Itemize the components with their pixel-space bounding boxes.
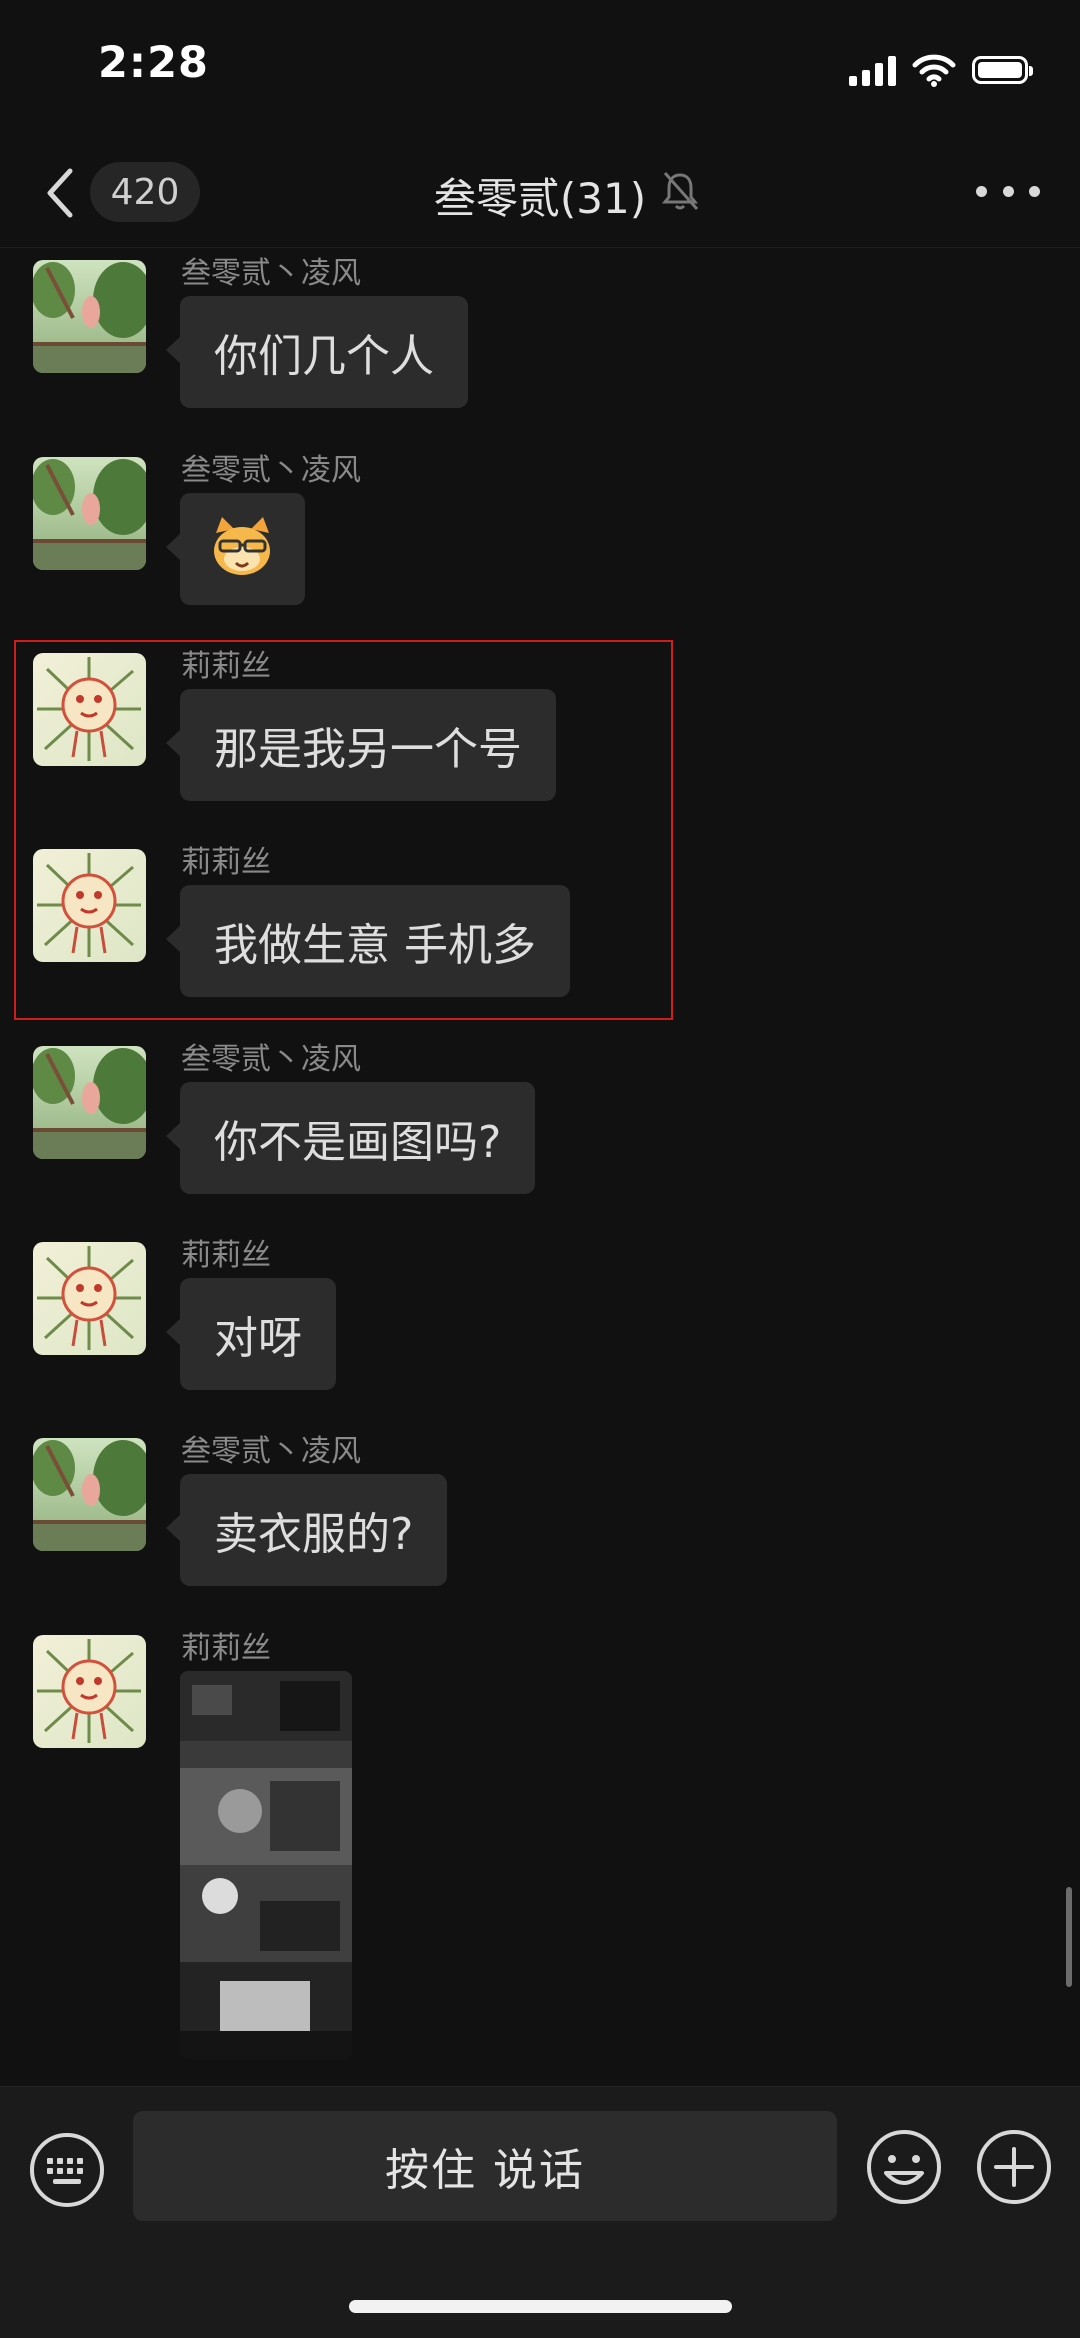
avatar[interactable]	[33, 653, 146, 766]
sender-name: 莉莉丝	[181, 845, 271, 880]
message-bubble[interactable]: 对呀	[166, 1278, 336, 1390]
more-options-button[interactable]	[976, 179, 1040, 203]
sender-name: 叁零贰丶凌风	[181, 1434, 361, 1469]
avatar[interactable]	[33, 1046, 146, 1159]
sender-name: 叁零贰丶凌风	[181, 453, 361, 488]
message-bubble[interactable]: 你不是画图吗?	[165, 1082, 536, 1194]
more-dot-icon	[976, 185, 987, 197]
chat-title: 叁零贰(31)	[433, 174, 647, 223]
nav-bar: 420 叁零贰(31)	[0, 135, 1080, 248]
more-dot-icon	[1029, 185, 1040, 197]
message-bubble[interactable]: 卖衣服的?	[165, 1474, 448, 1586]
cat-with-glasses-emoji-icon	[214, 517, 270, 575]
avatar[interactable]	[33, 1242, 146, 1355]
chat-message-list[interactable]: 叁零贰丶凌风 你们几个人 叁零贰丶凌风 莉莉丝 那是我另一个号 莉莉丝 我做生意…	[0, 248, 1080, 2086]
wifi-icon	[912, 54, 956, 87]
avatar[interactable]	[33, 260, 146, 373]
hold-to-talk-button[interactable]: 按住 说话	[133, 2111, 837, 2221]
sender-name: 叁零贰丶凌风	[181, 1042, 361, 1077]
mute-bell-icon	[661, 172, 699, 210]
status-icons	[849, 50, 1033, 90]
avatar[interactable]	[33, 1635, 146, 1748]
sender-name: 莉莉丝	[181, 649, 271, 684]
plus-icon[interactable]	[974, 2127, 1054, 2207]
sender-name: 莉莉丝	[181, 1631, 271, 1666]
sender-name: 叁零贰丶凌风	[181, 256, 361, 291]
battery-icon	[972, 56, 1033, 84]
scrollbar[interactable]	[1066, 1887, 1072, 1987]
cellular-signal-icon	[849, 54, 896, 86]
sender-name: 莉莉丝	[181, 1238, 271, 1273]
status-time: 2:28	[98, 38, 209, 88]
emoji-icon[interactable]	[864, 2127, 944, 2207]
sticker-bubble[interactable]	[166, 493, 305, 605]
avatar[interactable]	[33, 849, 146, 962]
image-message[interactable]	[180, 1671, 352, 2059]
more-dot-icon	[1002, 185, 1014, 197]
message-bubble[interactable]: 你们几个人	[166, 296, 468, 408]
home-indicator[interactable]	[349, 2300, 732, 2313]
avatar[interactable]	[33, 1438, 146, 1551]
message-bubble[interactable]: 那是我另一个号	[166, 689, 556, 801]
message-bubble[interactable]: 我做生意 手机多	[166, 885, 570, 997]
avatar[interactable]	[33, 457, 146, 570]
keyboard-icon[interactable]	[28, 2131, 106, 2209]
status-bar: 2:28	[0, 0, 1080, 135]
